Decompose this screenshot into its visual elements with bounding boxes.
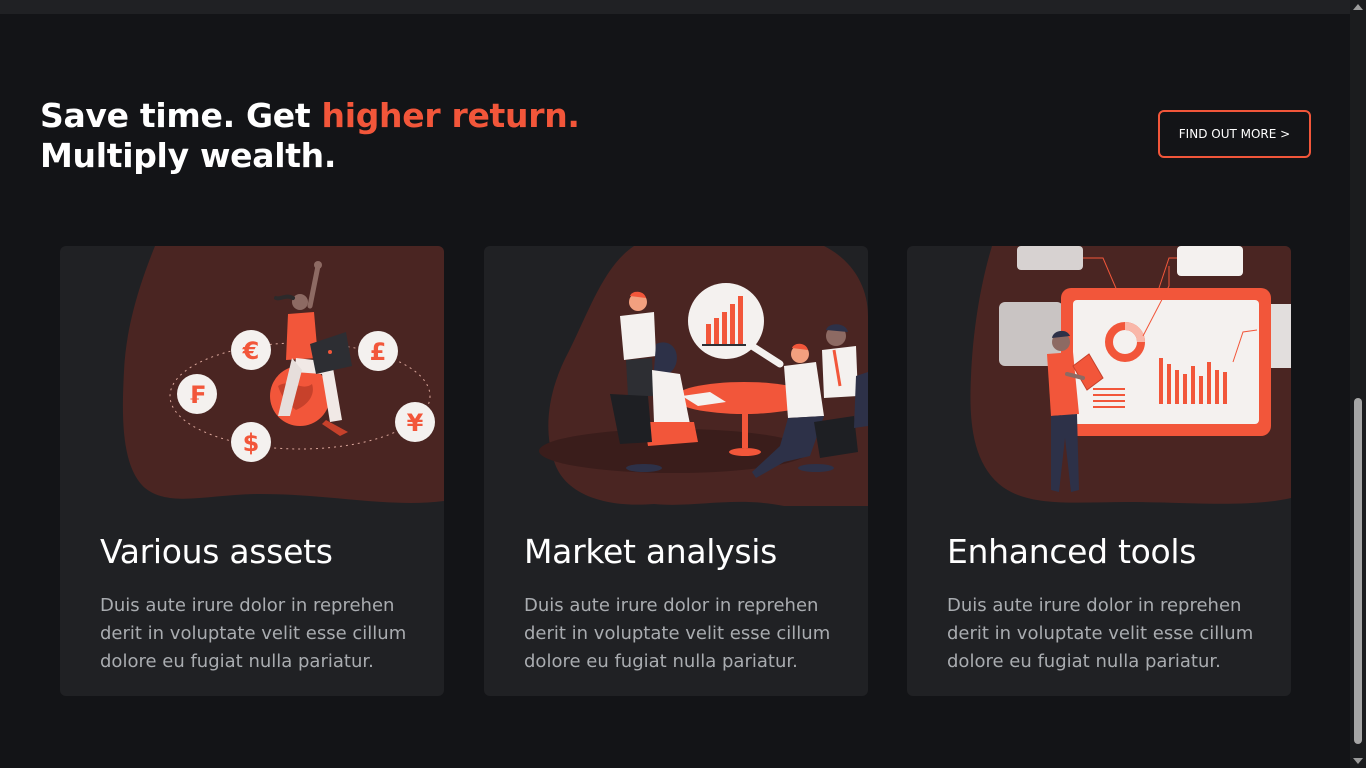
top-strip (0, 0, 1350, 14)
card-description: Duis aute irure dolor in reprehen derit … (100, 595, 407, 672)
scroll-up-arrow-icon[interactable] (1353, 4, 1363, 10)
svg-text:€: € (242, 337, 260, 365)
franc-icon: ₣ (177, 374, 217, 414)
market-analysis-illustration (539, 246, 868, 506)
page-scrollbar[interactable] (1350, 0, 1366, 768)
svg-text:¥: ¥ (407, 409, 424, 437)
assets-illustration: € £ ₣ ¥ $ (122, 246, 444, 503)
section-headline: Save time. Get higher return. Multiply w… (40, 96, 580, 176)
card-description: Duis aute irure dolor in reprehen derit … (524, 595, 831, 672)
yen-icon: ¥ (395, 402, 435, 442)
feature-card-enhanced-tools: Enhanced tools Duis aute irure dolor in … (907, 246, 1291, 696)
svg-text:$: $ (243, 429, 260, 457)
headline-line2: Multiply wealth. (40, 136, 337, 175)
pound-icon: £ (358, 331, 398, 371)
svg-text:£: £ (370, 338, 387, 366)
feature-card-market-analysis: Market analysis Duis aute irure dolor in… (484, 246, 868, 696)
svg-text:₣: ₣ (189, 381, 206, 409)
card-title: Enhanced tools (947, 532, 1197, 571)
euro-icon: € (231, 330, 271, 370)
headline-part1: Save time. Get (40, 96, 322, 135)
card-title: Various assets (100, 532, 333, 571)
scroll-down-arrow-icon[interactable] (1353, 758, 1363, 764)
card-title: Market analysis (524, 532, 778, 571)
find-out-more-button[interactable]: FIND OUT MORE > (1158, 110, 1311, 158)
card-description: Duis aute irure dolor in reprehen derit … (947, 595, 1254, 672)
enhanced-tools-illustration (970, 246, 1291, 504)
dollar-icon: $ (231, 422, 271, 462)
headline-accent: higher return. (321, 96, 580, 135)
scrollbar-thumb[interactable] (1354, 398, 1362, 744)
feature-card-various-assets: € £ ₣ ¥ $ Various assets Duis aute irure… (60, 246, 444, 696)
